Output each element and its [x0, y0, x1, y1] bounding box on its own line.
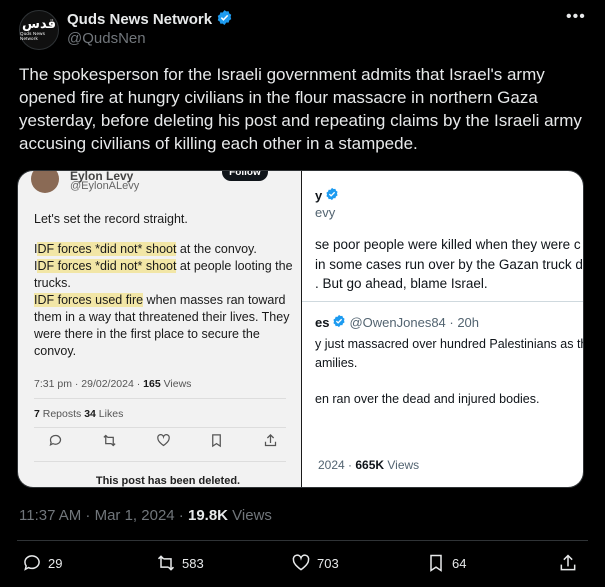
repost-count: 583	[182, 555, 204, 571]
author-handle[interactable]: @QudsNen	[67, 30, 146, 47]
left-paragraph-4: IDF forces used fire when masses ran tow…	[34, 293, 290, 358]
right-quoted-header: es @OwenJones84 · 20h	[315, 314, 480, 331]
bookmark-count: 64	[452, 555, 467, 571]
author-name-row[interactable]: Quds News Network	[67, 9, 233, 30]
verified-badge-icon	[325, 187, 339, 204]
left-avatar	[31, 171, 59, 193]
left-action-icons	[48, 433, 278, 451]
right-meta: 2024 · 665K Views	[318, 458, 420, 472]
left-stats: 7 Reposts 34 Likes	[34, 408, 124, 420]
more-options-icon[interactable]: •••	[566, 8, 586, 26]
reply-button[interactable]: 29	[22, 553, 62, 573]
reply-count: 29	[48, 555, 63, 571]
like-icon	[156, 433, 171, 451]
screenshot-right[interactable]: y evy se poor people were killed when th…	[302, 171, 584, 487]
like-count: 703	[317, 555, 339, 571]
right-post-text: se poor people were killed when they wer…	[315, 237, 583, 291]
action-bar: 29 583 703 64	[22, 553, 582, 577]
reply-icon	[24, 555, 40, 571]
left-paragraph-2: IDF forces *did not* shoot at the convoy…	[34, 242, 257, 256]
left-divider-2	[34, 427, 286, 428]
like-button[interactable]: 703	[291, 553, 339, 573]
left-follow-button: Follow	[222, 171, 268, 181]
left-author-handle: @EylonALevy	[70, 180, 140, 192]
tweet-text: The spokesperson for the Israeli governm…	[19, 65, 582, 153]
bookmark-button[interactable]: 64	[426, 553, 466, 573]
repost-icon	[102, 433, 117, 451]
media-attachment[interactable]: Eylon Levy @EylonALevy Follow Let's set …	[17, 170, 584, 488]
left-line-1: Let's set the record straight.	[34, 212, 188, 226]
bookmark-icon	[209, 433, 224, 451]
avatar[interactable]: قدس Quds News Network	[19, 10, 59, 50]
deleted-notice: This post has been deleted.	[95, 475, 241, 487]
tweet-timestamp[interactable]: 11:37 AM · Mar 1, 2024 · 19.8K Views	[19, 507, 272, 524]
left-paragraph-3: IDF forces *did not* shoot at people loo…	[34, 259, 293, 290]
share-icon	[560, 554, 576, 571]
share-icon	[263, 433, 278, 451]
screenshot-left[interactable]: Eylon Levy @EylonALevy Follow Let's set …	[18, 171, 301, 487]
actions-divider	[17, 540, 588, 541]
left-timestamp: 7:31 pm · 29/02/2024 · 165 Views	[34, 378, 192, 390]
right-quoted-text: y just massacred over hundred Palestinia…	[315, 337, 584, 406]
avatar-logo-subtext: Quds News Network	[20, 31, 46, 41]
repost-icon	[157, 555, 175, 571]
share-button[interactable]	[558, 553, 578, 573]
left-post-body: Let's set the record straight. IDF force…	[34, 211, 294, 360]
left-divider-1	[34, 398, 286, 399]
avatar-logo-text: قدس	[22, 17, 56, 32]
right-separator	[302, 301, 583, 302]
repost-button[interactable]: 583	[156, 553, 204, 573]
right-author-name: y	[315, 187, 339, 204]
verified-badge-icon	[216, 9, 233, 30]
bookmark-icon	[430, 554, 442, 572]
verified-badge-icon	[332, 314, 346, 331]
right-author-handle: evy	[315, 205, 336, 220]
reply-icon	[48, 433, 63, 451]
left-divider-3	[34, 461, 286, 462]
like-icon	[292, 554, 310, 571]
author-name[interactable]: Quds News Network	[67, 11, 212, 28]
